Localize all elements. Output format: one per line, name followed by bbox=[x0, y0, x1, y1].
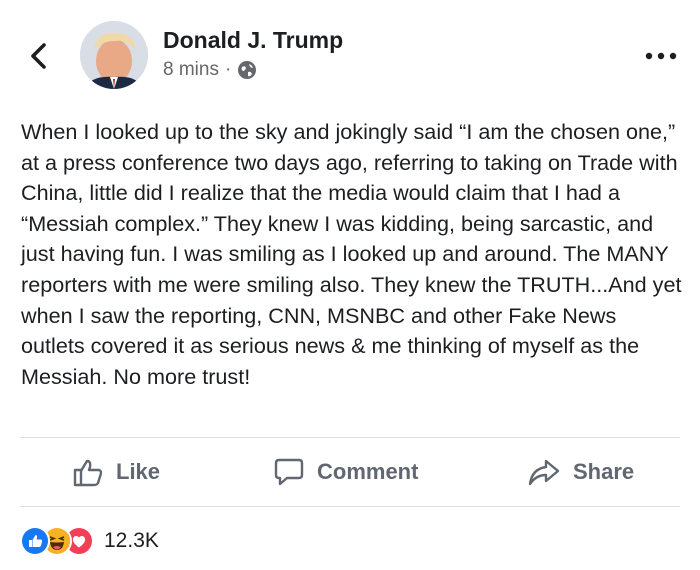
author-name[interactable]: Donald J. Trump bbox=[163, 27, 343, 54]
avatar[interactable] bbox=[80, 21, 148, 89]
post-meta: 8 mins · bbox=[163, 59, 257, 81]
more-options-button[interactable] bbox=[643, 48, 679, 64]
post-text: When I looked up to the sky and jokingly… bbox=[21, 119, 682, 389]
reactions-summary[interactable]: 12.3K bbox=[20, 526, 159, 556]
share-icon bbox=[528, 459, 560, 486]
chevron-left-icon bbox=[31, 43, 46, 69]
share-label: Share bbox=[573, 459, 635, 484]
post-header: Donald J. Trump 8 mins · bbox=[0, 0, 700, 100]
comment-button[interactable]: Comment bbox=[273, 452, 418, 492]
share-button[interactable]: Share bbox=[527, 452, 634, 492]
comment-label: Comment bbox=[317, 459, 419, 484]
reaction-count[interactable]: 12.3K bbox=[104, 529, 159, 553]
comment-icon bbox=[274, 458, 304, 486]
globe-icon bbox=[238, 61, 257, 79]
like-button[interactable]: Like bbox=[72, 452, 160, 492]
divider bbox=[20, 506, 680, 507]
thumbs-up-icon bbox=[73, 459, 103, 487]
post-time[interactable]: 8 mins bbox=[163, 59, 219, 81]
back-button[interactable] bbox=[24, 38, 54, 74]
like-icon bbox=[20, 526, 50, 556]
meta-separator: · bbox=[224, 59, 232, 80]
more-icon bbox=[645, 52, 677, 60]
divider bbox=[20, 437, 680, 438]
like-label: Like bbox=[116, 459, 161, 484]
